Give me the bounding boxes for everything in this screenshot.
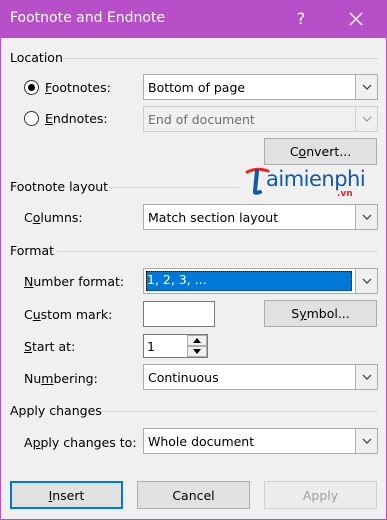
cancel-button[interactable]: Cancel	[137, 481, 250, 509]
endnotes-label: Endnotes:	[45, 111, 108, 126]
spin-up-button[interactable]	[187, 335, 207, 346]
title-bar: Footnote and Endnote ?	[0, 0, 387, 38]
chevron-down-icon[interactable]	[355, 269, 377, 293]
columns-label: Columns:	[24, 210, 83, 225]
endnotes-position-select[interactable]: End of document	[143, 106, 378, 132]
watermark-suffix: .vn	[337, 189, 353, 199]
location-heading: Location	[10, 50, 63, 65]
numbering-select[interactable]: Continuous	[143, 364, 378, 390]
close-icon	[349, 12, 363, 26]
endnotes-radio[interactable]	[24, 111, 39, 126]
number-format-select[interactable]: 1, 2, 3, ...	[143, 268, 378, 294]
chevron-down-icon[interactable]	[355, 75, 377, 99]
dialog-title: Footnote and Endnote	[10, 10, 166, 26]
columns-value: Match section layout	[148, 210, 279, 225]
dialog-body: Location Footnotes: Bottom of page Endno…	[1, 38, 386, 519]
footnote-endnote-dialog: Footnote and Endnote ? Location Footnote…	[0, 0, 387, 520]
location-divider	[63, 58, 378, 59]
numbering-value: Continuous	[148, 370, 219, 385]
symbol-button[interactable]: Sy mbol...	[264, 300, 377, 327]
watermark-text: aimienphi	[266, 167, 366, 191]
start-at-value[interactable]: 1	[147, 339, 155, 354]
start-at-label: Start at:	[24, 339, 76, 354]
radio-selected-dot	[28, 84, 35, 91]
footnotes-label: Footnotes:	[45, 80, 111, 95]
taimienphi-watermark: aimienphi .vn	[244, 165, 366, 199]
apply-changes-to-select[interactable]: Whole document	[143, 428, 378, 454]
close-button[interactable]	[344, 6, 368, 32]
number-format-label: Number format:	[24, 274, 125, 289]
apply-changes-to-label: Apply changes to:	[24, 435, 137, 450]
arrow-down-icon	[193, 349, 201, 354]
start-at-spinner[interactable]: 1	[143, 334, 208, 358]
chevron-down-icon[interactable]	[355, 205, 377, 229]
apply-changes-to-value: Whole document	[148, 434, 255, 449]
spin-down-button[interactable]	[187, 346, 207, 357]
format-divider	[57, 251, 378, 252]
layout-divider	[109, 187, 239, 188]
custom-mark-label: Custom mark:	[24, 307, 113, 322]
columns-select[interactable]: Match section layout	[143, 204, 378, 230]
insert-button[interactable]: Insert	[10, 481, 123, 509]
footnotes-position-value: Bottom of page	[148, 80, 246, 95]
chevron-down-icon[interactable]	[355, 365, 377, 389]
chevron-down-icon[interactable]	[355, 429, 377, 453]
help-button[interactable]: ?	[290, 6, 312, 32]
footnotes-radio[interactable]	[24, 80, 39, 95]
apply-divider	[101, 411, 378, 412]
custom-mark-input[interactable]	[143, 301, 215, 327]
convert-button[interactable]: Co nvert...	[264, 138, 377, 165]
endnotes-position-value: End of document	[148, 112, 255, 127]
arrow-up-icon	[193, 338, 201, 343]
apply-button[interactable]: Apply	[264, 481, 377, 509]
apply-changes-heading: Apply changes	[10, 403, 102, 418]
chevron-down-icon[interactable]	[355, 107, 377, 131]
format-heading: Format	[10, 243, 55, 258]
number-format-value: 1, 2, 3, ...	[147, 272, 207, 287]
footnotes-position-select[interactable]: Bottom of page	[143, 74, 378, 100]
numbering-label: Numbering:	[24, 371, 98, 386]
footnote-layout-heading: Footnote layout	[10, 179, 109, 194]
